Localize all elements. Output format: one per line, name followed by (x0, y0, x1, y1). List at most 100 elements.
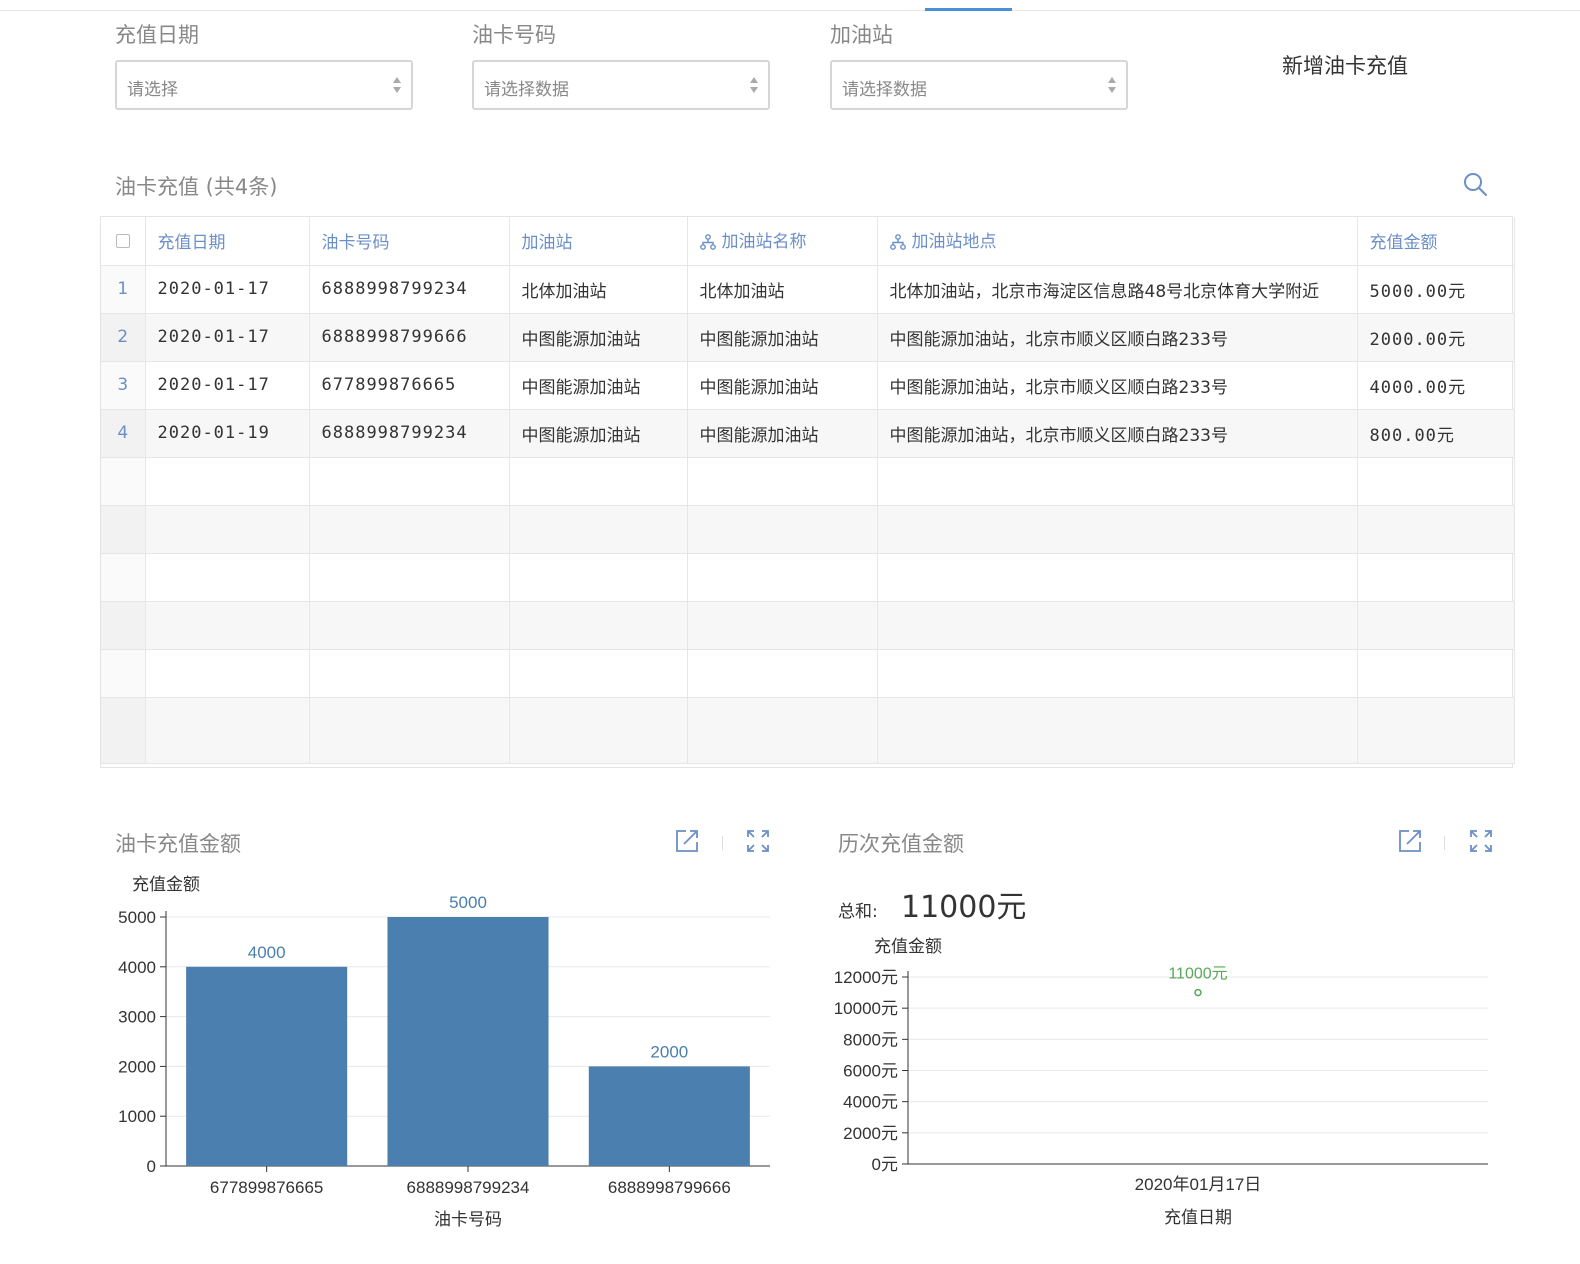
cell-amount[interactable]: 5000.00元 (1357, 265, 1515, 314)
empty-row (101, 553, 1515, 602)
fullscreen-icon[interactable] (1468, 828, 1494, 854)
y-tick-label: 5000 (118, 908, 156, 927)
y-tick-label: 4000元 (843, 1093, 898, 1112)
table-row[interactable]: 1 2020-01-17 6888998799234 北体加油站 北体加油站 北… (101, 265, 1515, 314)
bar-value-label: 2000 (650, 1042, 688, 1061)
y-tick-label: 1000 (118, 1107, 156, 1126)
row-number: 3 (101, 361, 146, 410)
column-header-amount[interactable]: 充值金额 (1357, 217, 1515, 266)
filter-label-card: 油卡号码 (472, 23, 556, 47)
sum-value: 11000元 (901, 890, 1027, 925)
updown-arrows-icon (392, 73, 402, 97)
cell-location[interactable]: 中图能源加油站，北京市顺义区顺白路233号 (877, 361, 1358, 410)
row-number: 2 (101, 313, 146, 362)
updown-arrows-icon (1107, 73, 1117, 97)
column-header-station-name-label: 加油站名称 (721, 231, 807, 252)
sum-label: 总和: (838, 902, 878, 922)
date-select-placeholder: 请选择 (127, 80, 178, 100)
y-tick-label: 3000 (118, 1008, 156, 1027)
table-row[interactable]: 4 2020-01-19 6888998799234 中图能源加油站 中图能源加… (101, 409, 1515, 458)
card-select-placeholder: 请选择数据 (484, 80, 569, 100)
cell-amount[interactable]: 4000.00元 (1357, 361, 1515, 410)
updown-arrows-icon (749, 73, 759, 97)
fullscreen-icon[interactable] (745, 828, 771, 854)
y-tick-label: 2000元 (843, 1124, 898, 1143)
y-tick-label: 4000 (118, 958, 156, 977)
table-row[interactable]: 3 2020-01-17 677899876665 中图能源加油站 中图能源加油… (101, 361, 1515, 410)
cell-date[interactable]: 2020-01-17 (145, 313, 310, 362)
active-tab-indicator (925, 8, 1012, 11)
cell-date[interactable]: 2020-01-17 (145, 361, 310, 410)
cell-card[interactable]: 6888998799234 (309, 409, 510, 458)
search-icon[interactable] (1463, 172, 1489, 198)
row-number: 1 (101, 265, 146, 314)
x-tick-label: 2020年01月17日 (1135, 1175, 1262, 1194)
y-axis-label: 充值金额 (132, 875, 200, 894)
y-tick-label: 0元 (872, 1155, 898, 1174)
station-select-placeholder: 请选择数据 (842, 80, 927, 100)
empty-row (101, 649, 1515, 698)
cell-location[interactable]: 中图能源加油站，北京市顺义区顺白路233号 (877, 313, 1358, 362)
filter-label-station: 加油站 (830, 23, 893, 47)
y-tick-label: 6000元 (843, 1062, 898, 1081)
filter-label-date: 充值日期 (115, 23, 199, 47)
data-point (1194, 988, 1202, 997)
cell-station-name[interactable]: 北体加油站 (687, 265, 878, 314)
column-header-station[interactable]: 加油站 (509, 217, 688, 266)
cell-location[interactable]: 北体加油站，北京市海淀区信息路48号北京体育大学附近 (877, 265, 1358, 314)
relation-icon (699, 233, 716, 255)
table-row[interactable]: 2 2020-01-17 6888998799666 中图能源加油站 中图能源加… (101, 313, 1515, 362)
relation-icon (889, 233, 906, 255)
cell-date[interactable]: 2020-01-17 (145, 265, 310, 314)
x-tick-label: 6888998799234 (407, 1178, 530, 1197)
bar (588, 1066, 750, 1166)
x-tick-label: 6888998799666 (608, 1178, 731, 1197)
empty-row (101, 601, 1515, 650)
station-select[interactable]: 请选择数据 (830, 60, 1128, 110)
y-axis-label: 充值金额 (874, 937, 942, 956)
y-tick-label: 0 (147, 1157, 156, 1176)
bar-value-label: 5000 (449, 893, 487, 912)
y-tick-label: 8000元 (843, 1030, 898, 1049)
cell-date[interactable]: 2020-01-19 (145, 409, 310, 458)
point-chart: 充值金额 0元 2000元 4000元 6000元 8000元 10000元 12000元 11… (834, 937, 1488, 1227)
y-tick-label: 2000 (118, 1057, 156, 1076)
cell-amount[interactable]: 2000.00元 (1357, 313, 1515, 362)
date-select[interactable]: 请选择 (115, 60, 413, 110)
select-all-checkbox[interactable] (101, 217, 146, 266)
column-header-location-label: 加油站地点 (911, 231, 997, 252)
cell-station[interactable]: 中图能源加油站 (509, 361, 688, 410)
cell-station[interactable]: 北体加油站 (509, 265, 688, 314)
cell-amount[interactable]: 800.00元 (1357, 409, 1515, 458)
column-header-date[interactable]: 充值日期 (145, 217, 310, 266)
cell-station-name[interactable]: 中图能源加油站 (687, 409, 878, 458)
left-chart-title: 油卡充值金额 (115, 832, 241, 856)
cell-card[interactable]: 6888998799666 (309, 313, 510, 362)
cell-station[interactable]: 中图能源加油站 (509, 409, 688, 458)
cell-card[interactable]: 6888998799234 (309, 265, 510, 314)
row-number: 4 (101, 409, 146, 458)
cell-station[interactable]: 中图能源加油站 (509, 313, 688, 362)
y-tick-label: 12000元 (834, 968, 898, 987)
cell-station-name[interactable]: 中图能源加油站 (687, 361, 878, 410)
icon-separator (722, 836, 723, 850)
open-external-icon[interactable] (674, 828, 700, 854)
add-recharge-button[interactable]: 新增油卡充值 (1282, 50, 1408, 80)
cell-location[interactable]: 中图能源加油站，北京市顺义区顺白路233号 (877, 409, 1358, 458)
x-axis-label: 充值日期 (1164, 1208, 1232, 1227)
column-header-location[interactable]: 加油站地点 (877, 217, 1358, 266)
column-header-card[interactable]: 油卡号码 (309, 217, 510, 266)
icon-separator (1444, 836, 1445, 850)
open-external-icon[interactable] (1397, 828, 1423, 854)
bar (186, 966, 348, 1166)
cell-station-name[interactable]: 中图能源加油站 (687, 313, 878, 362)
y-tick-label: 10000元 (834, 999, 898, 1018)
table-title: 油卡充值 (共4条) (115, 175, 278, 199)
cell-card[interactable]: 677899876665 (309, 361, 510, 410)
table-header-row: 充值日期 油卡号码 加油站 加油站名称 加油站地点 充值金额 (101, 217, 1515, 266)
empty-row (101, 505, 1515, 554)
card-select[interactable]: 请选择数据 (472, 60, 770, 110)
right-chart-title: 历次充值金额 (838, 832, 964, 856)
column-header-station-name[interactable]: 加油站名称 (687, 217, 878, 266)
x-axis-label: 油卡号码 (434, 1210, 502, 1229)
